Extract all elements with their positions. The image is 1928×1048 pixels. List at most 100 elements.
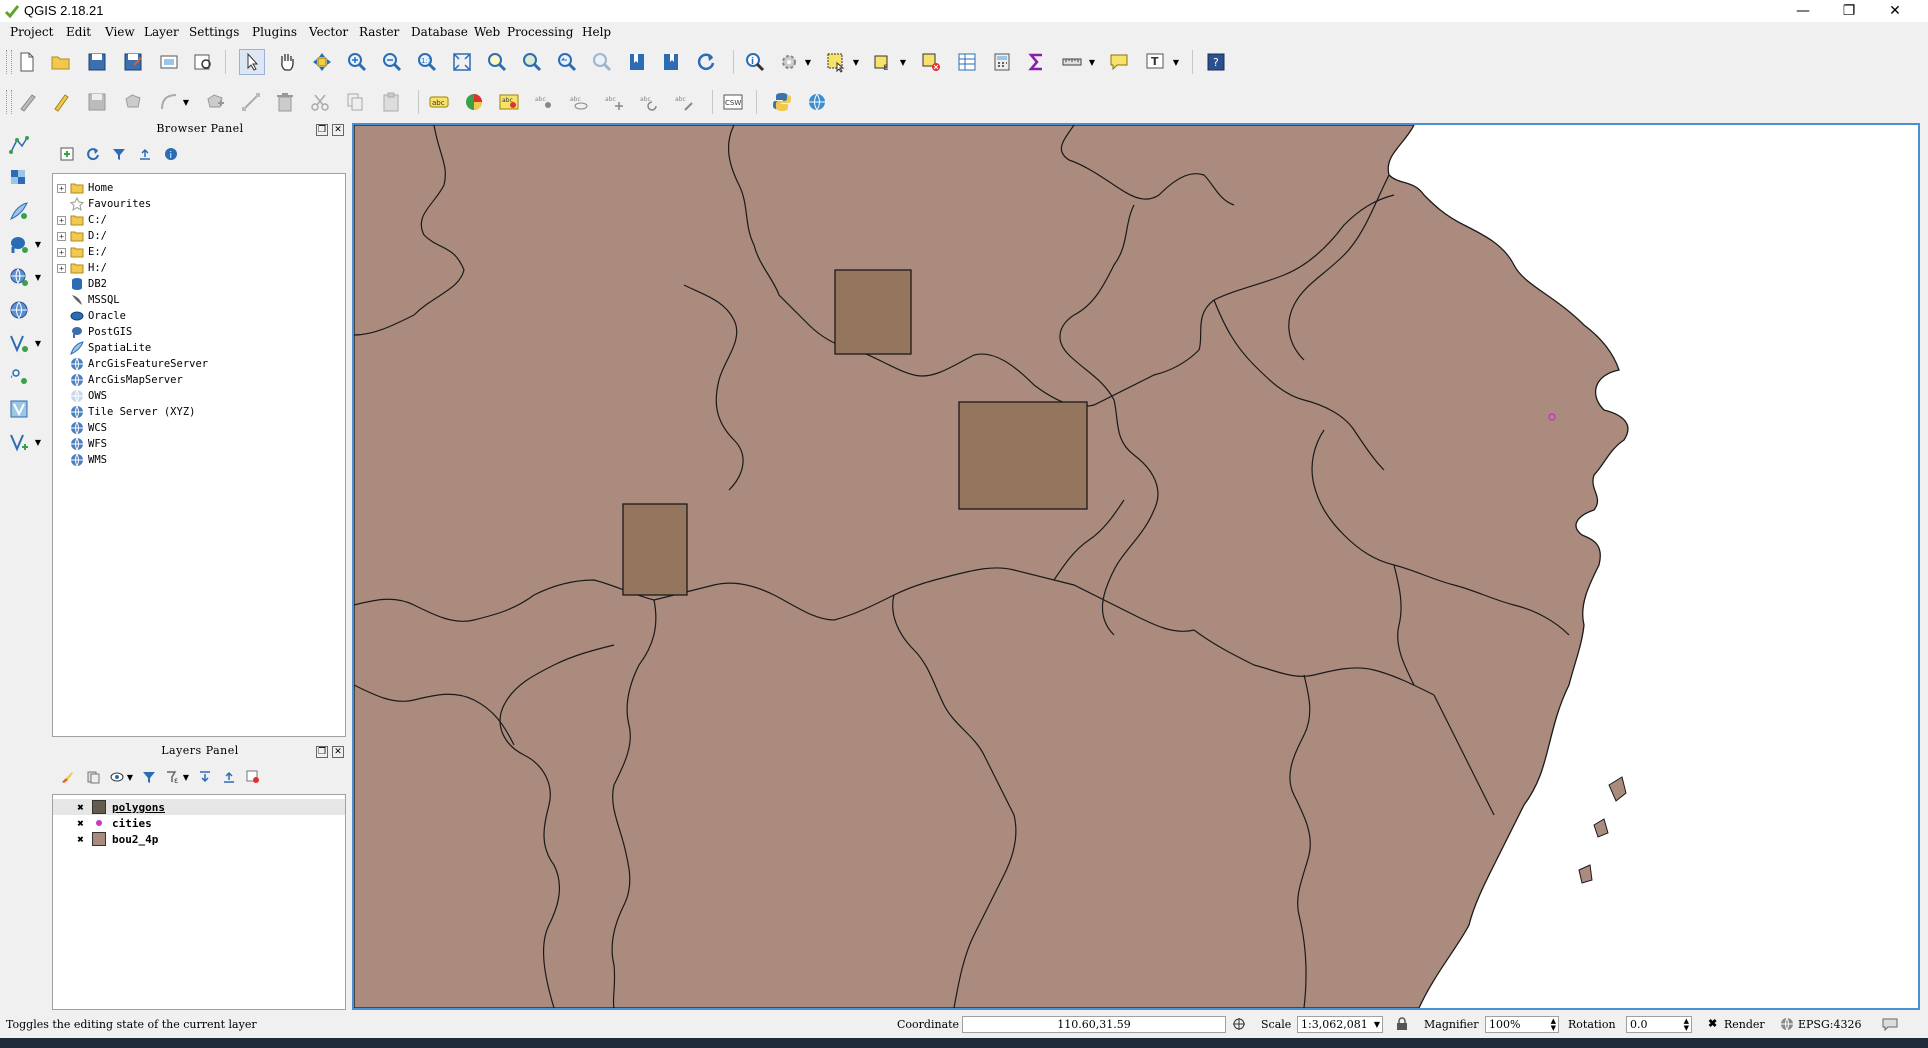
circular-dropdown[interactable]: ▼ — [182, 89, 190, 115]
add-wms-layer-button[interactable] — [6, 264, 32, 290]
add-selected-layers-button[interactable] — [58, 145, 76, 163]
pan-map-button[interactable] — [274, 49, 300, 75]
browser-item[interactable]: Oracle — [53, 308, 126, 324]
expand-icon[interactable]: + — [57, 215, 66, 225]
zoom-to-selection-button[interactable] — [484, 49, 510, 75]
add-raster-layer-button[interactable] — [6, 165, 32, 191]
polygon-feature-3[interactable] — [622, 503, 688, 596]
menu-project[interactable]: Project — [10, 25, 53, 39]
layer-item[interactable]: ✖ polygons — [53, 799, 345, 815]
python-console-button[interactable] — [769, 89, 795, 115]
annotation-dropdown[interactable]: ▼ — [1172, 49, 1180, 75]
browser-item[interactable]: + E:/ — [53, 244, 107, 260]
panel-close-button[interactable]: ✕ — [332, 746, 344, 758]
add-vector-layer-button[interactable] — [6, 132, 32, 158]
close-button[interactable]: ✕ — [1872, 0, 1918, 22]
expression-dropdown[interactable]: ▼ — [182, 764, 190, 790]
layer-visibility-checkbox[interactable]: ✖ — [75, 818, 86, 829]
layer-visibility-checkbox[interactable]: ✖ — [75, 834, 86, 845]
show-bookmarks-button[interactable] — [658, 49, 684, 75]
zoom-in-button[interactable] — [344, 49, 370, 75]
add-delimited-text-button[interactable]: , — [6, 363, 32, 389]
add-group-button[interactable] — [84, 768, 102, 786]
run-feature-action-button[interactable] — [776, 49, 802, 75]
rotate-label-button[interactable]: abc — [636, 89, 662, 115]
coordinate-field[interactable]: 110.60,31.59 — [962, 1016, 1226, 1033]
menu-edit[interactable]: Edit — [66, 25, 91, 39]
current-edits-button[interactable] — [14, 89, 40, 115]
cut-features-button[interactable] — [307, 89, 333, 115]
statistical-summary-button[interactable] — [1024, 49, 1050, 75]
add-feature-button[interactable] — [120, 89, 146, 115]
zoom-to-layer-button[interactable] — [519, 49, 545, 75]
browser-item[interactable]: ArcGisMapServer — [53, 372, 183, 388]
coordinate-toggle-icon[interactable] — [1232, 1017, 1246, 1031]
browser-item[interactable]: Tile Server (XYZ) — [53, 404, 195, 420]
select-dropdown[interactable]: ▼ — [852, 49, 860, 75]
minimize-button[interactable]: — — [1780, 0, 1826, 22]
zoom-actual-size-button[interactable]: 1:1 — [414, 49, 440, 75]
save-project-button[interactable] — [84, 49, 110, 75]
new-bookmark-button[interactable] — [624, 49, 650, 75]
menu-view[interactable]: View — [105, 25, 135, 39]
browser-item[interactable]: + D:/ — [53, 228, 107, 244]
browser-item[interactable]: OWS — [53, 388, 107, 404]
browser-item[interactable]: + Home — [53, 180, 113, 196]
browser-collapse-button[interactable] — [136, 145, 154, 163]
add-postgis-layer-button[interactable] — [6, 231, 32, 257]
menu-processing[interactable]: Processing — [507, 25, 573, 39]
magnifier-spinbox[interactable]: 100% ▲ ▼ — [1485, 1016, 1559, 1033]
render-checkbox[interactable]: ✖ — [1708, 1017, 1717, 1030]
composer-manager-button[interactable] — [190, 49, 216, 75]
browser-item[interactable]: SpatiaLite — [53, 340, 151, 356]
browser-properties-button[interactable]: i — [162, 145, 180, 163]
select-value-dropdown[interactable]: ▼ — [899, 49, 907, 75]
wfs-dropdown[interactable]: ▼ — [34, 330, 42, 356]
browser-item[interactable]: ArcGisFeatureServer — [53, 356, 208, 372]
expand-icon[interactable]: + — [57, 263, 66, 273]
layer-labeling-button[interactable]: abc — [426, 89, 452, 115]
expand-all-button[interactable] — [196, 768, 214, 786]
add-circular-string-button[interactable] — [156, 89, 182, 115]
browser-refresh-button[interactable] — [84, 145, 102, 163]
new-layer-dropdown[interactable]: ▼ — [34, 429, 42, 455]
polygon-feature-1[interactable] — [834, 269, 912, 355]
select-features-button[interactable] — [823, 49, 849, 75]
browser-item[interactable]: DB2 — [53, 276, 107, 292]
expand-icon[interactable]: + — [57, 183, 66, 193]
zoom-out-button[interactable] — [379, 49, 405, 75]
show-hide-labels-button[interactable]: abc — [566, 89, 592, 115]
add-wcs-layer-button[interactable] — [6, 297, 32, 323]
action-dropdown[interactable]: ▼ — [804, 49, 812, 75]
rotation-spinbox[interactable]: 0.0 ▲ ▼ — [1626, 1016, 1692, 1033]
browser-item[interactable]: Favourites — [53, 196, 151, 212]
toolbar-grip[interactable] — [6, 50, 12, 74]
remove-layer-button[interactable] — [244, 768, 262, 786]
collapse-all-button[interactable] — [220, 768, 238, 786]
browser-item[interactable]: WCS — [53, 420, 107, 436]
open-project-button[interactable] — [48, 49, 74, 75]
measure-dropdown[interactable]: ▼ — [1088, 49, 1096, 75]
manage-map-themes-button[interactable] — [108, 768, 126, 786]
crs-globe-icon[interactable] — [1780, 1017, 1794, 1031]
move-label-button[interactable]: abc — [601, 89, 627, 115]
browser-item[interactable]: WFS — [53, 436, 107, 452]
zoom-next-button[interactable] — [589, 49, 615, 75]
toggle-editing-button[interactable] — [48, 89, 74, 115]
postgis-dropdown[interactable]: ▼ — [34, 231, 42, 257]
messages-icon[interactable] — [1882, 1017, 1898, 1031]
web-plugin-button[interactable] — [804, 89, 830, 115]
pan-to-selected-button[interactable] — [309, 49, 335, 75]
panel-close-button[interactable]: ✕ — [332, 124, 344, 136]
field-calculator-button[interactable] — [989, 49, 1015, 75]
menu-vector[interactable]: Vector — [309, 25, 348, 39]
panel-float-button[interactable]: ❐ — [316, 746, 328, 758]
help-button[interactable]: ? — [1203, 49, 1229, 75]
change-label-button[interactable]: abc — [671, 89, 697, 115]
highlight-pinned-labels-button[interactable]: abc — [496, 89, 522, 115]
menu-help[interactable]: Help — [582, 25, 611, 39]
measure-line-button[interactable] — [1059, 49, 1085, 75]
menu-web[interactable]: Web — [474, 25, 500, 39]
expand-icon[interactable]: + — [57, 247, 66, 257]
new-print-composer-button[interactable] — [156, 49, 182, 75]
